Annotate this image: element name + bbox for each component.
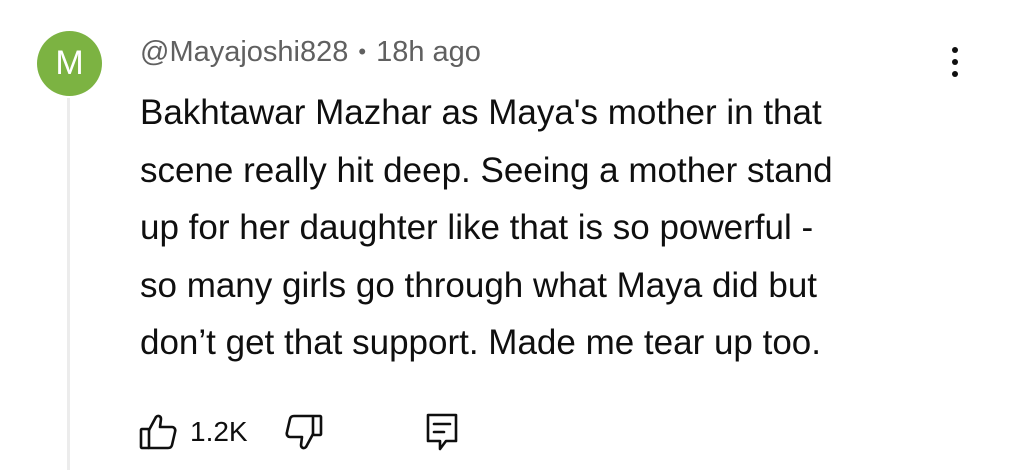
comment-time: 18h ago bbox=[376, 35, 481, 68]
author-handle[interactable]: @Mayajoshi828 bbox=[140, 36, 348, 69]
comment-text: Bakhtawar Mazhar as Maya's mother in tha… bbox=[140, 93, 833, 362]
comment-actions: 1.2K bbox=[138, 408, 460, 456]
reply-comment-icon bbox=[424, 411, 460, 453]
reply-button[interactable] bbox=[424, 411, 460, 453]
more-dot bbox=[952, 47, 958, 53]
avatar-letter: M bbox=[55, 44, 84, 82]
more-vertical-icon[interactable] bbox=[940, 42, 970, 82]
thumbs-down-icon bbox=[284, 412, 324, 452]
more-dot bbox=[952, 71, 958, 77]
like-button[interactable]: 1.2K bbox=[138, 412, 248, 452]
more-dot bbox=[952, 59, 958, 65]
comment-meta: @Mayajoshi828 • 18h ago bbox=[140, 32, 481, 72]
thumbs-up-icon bbox=[138, 412, 178, 452]
like-count: 1.2K bbox=[190, 416, 248, 447]
meta-separator: • bbox=[358, 39, 367, 64]
thread-line bbox=[67, 98, 70, 470]
comment-item: M @Mayajoshi828 • 18h ago Bakhtawar Mazh… bbox=[0, 0, 1024, 470]
avatar[interactable]: M bbox=[37, 31, 102, 96]
dislike-button[interactable] bbox=[284, 412, 324, 452]
